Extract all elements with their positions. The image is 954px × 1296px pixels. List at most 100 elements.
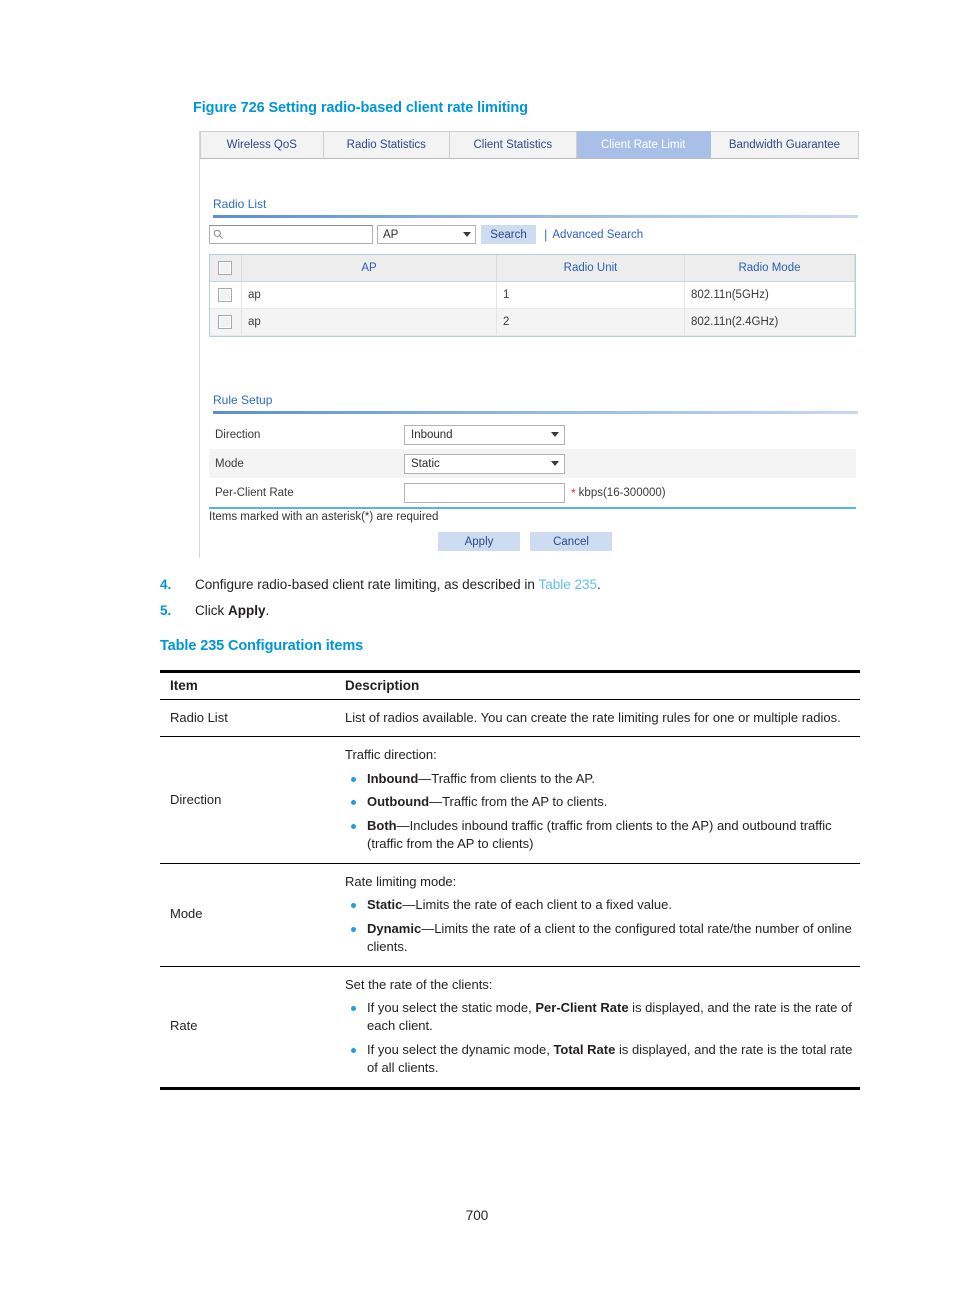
step-text: Click Apply.: [195, 602, 270, 618]
radio-list-table: AP Radio Unit Radio Mode ap 1 802.11n(5G…: [209, 254, 856, 337]
list-item: Inbound—Traffic from clients to the AP.: [345, 770, 856, 788]
select-all-header[interactable]: [210, 255, 242, 282]
bullet-text: —Limits the rate of a client to the conf…: [367, 920, 852, 955]
table-row: Radio List List of radios available. You…: [160, 699, 860, 738]
asterisk-note: Items marked with an asterisk(*) are req…: [209, 511, 439, 523]
row-select-cell[interactable]: [210, 308, 242, 336]
list-item: If you select the static mode, Per-Clien…: [345, 999, 856, 1036]
list-item: Static—Limits the rate of each client to…: [345, 896, 856, 914]
tab-radio-statistics[interactable]: Radio Statistics: [323, 131, 451, 158]
tab-label: Bandwidth Guarantee: [728, 139, 841, 151]
table-row: Direction Traffic direction: Inbound—Tra…: [160, 736, 860, 864]
radio-list-section-divider: [213, 215, 858, 218]
column-header-ap[interactable]: AP: [241, 255, 497, 282]
bullet-prefix: If you select the dynamic mode,: [367, 1041, 554, 1057]
step-text-part: .: [597, 577, 601, 592]
bullet-term: Outbound: [367, 794, 430, 810]
tab-bar: Wireless QoS Radio Statistics Client Sta…: [200, 131, 859, 159]
form-row-per-client-rate: Per-Client Rate * kbps(16-300000): [209, 478, 856, 507]
search-field-value: AP: [383, 228, 399, 241]
cell-item: Rate: [160, 966, 335, 1090]
procedure-steps: 4. Configure radio-based client rate lim…: [160, 578, 860, 629]
form-bottom-divider: [209, 507, 856, 509]
cell-item: Direction: [160, 736, 335, 864]
rule-setup-section-divider: [213, 411, 858, 414]
advanced-search-link[interactable]: Advanced Search: [552, 229, 643, 241]
tab-label: Radio Statistics: [346, 139, 426, 151]
per-client-rate-hint: kbps(16-300000): [578, 486, 666, 499]
tab-client-rate-limit[interactable]: Client Rate Limit: [576, 131, 711, 158]
search-button[interactable]: Search: [481, 225, 536, 244]
required-asterisk: *: [571, 485, 576, 500]
search-input[interactable]: [209, 225, 373, 244]
description-intro: Set the rate of the clients:: [345, 976, 493, 992]
bullet-term: Per-Client Rate: [535, 999, 629, 1015]
bullet-term: Inbound: [367, 770, 419, 786]
cancel-button[interactable]: Cancel: [530, 532, 612, 551]
column-header-description: Description: [335, 670, 860, 700]
row-select-cell[interactable]: [210, 281, 242, 309]
bullet-term: Both: [367, 817, 397, 833]
column-header-radio-mode[interactable]: Radio Mode: [684, 255, 855, 282]
row-checkbox[interactable]: [218, 315, 232, 329]
column-header-item: Item: [160, 670, 335, 700]
select-all-checkbox[interactable]: [218, 261, 232, 275]
tab-wireless-qos[interactable]: Wireless QoS: [200, 131, 324, 158]
mode-value: Static: [411, 457, 440, 470]
search-separator: |: [544, 227, 548, 242]
rule-setup-form: Direction Inbound Mode Static Per-Client…: [209, 420, 856, 507]
direction-select[interactable]: Inbound: [404, 424, 565, 445]
table-row[interactable]: ap 1 802.11n(5GHz): [210, 281, 855, 309]
mode-select[interactable]: Static: [404, 453, 565, 474]
cell-radio-mode: 802.11n(2.4GHz): [684, 308, 855, 336]
tab-label: Wireless QoS: [226, 139, 297, 151]
cell-description: List of radios available. You can create…: [335, 699, 860, 738]
bullet-text: —Traffic from clients to the AP.: [418, 770, 596, 786]
tab-label: Client Rate Limit: [601, 139, 686, 151]
per-client-rate-input[interactable]: [404, 482, 565, 503]
step-text-part: Configure radio-based client rate limiti…: [195, 577, 539, 592]
apply-button[interactable]: Apply: [438, 532, 520, 551]
bullet-term: Total Rate: [553, 1041, 616, 1057]
cell-ap: ap: [241, 308, 497, 336]
bullet-text: —Limits the rate of each client to a fix…: [402, 897, 672, 913]
step-number: 5.: [160, 602, 172, 618]
description-intro: List of radios available. You can create…: [345, 710, 841, 725]
direction-value: Inbound: [411, 428, 453, 441]
table-cross-reference-link[interactable]: Table 235: [538, 577, 597, 592]
label-direction: Direction: [215, 428, 261, 441]
page-number: 700: [465, 1208, 489, 1223]
search-bar: AP Search | Advanced Search: [209, 224, 643, 245]
rule-setup-section-title: Rule Setup: [213, 393, 273, 407]
cell-radio-unit: 1: [496, 281, 685, 309]
step-text-emphasis: Apply: [228, 602, 266, 618]
bullet-term: Static: [367, 897, 403, 913]
description-intro: Rate limiting mode:: [345, 873, 457, 889]
table-row[interactable]: ap 2 802.11n(2.4GHz): [210, 308, 855, 336]
table-caption: Table 235 Configuration items: [160, 638, 364, 654]
figure-caption: Figure 726 Setting radio-based client ra…: [193, 100, 528, 116]
column-header-radio-unit[interactable]: Radio Unit: [496, 255, 685, 282]
list-item: Dynamic—Limits the rate of a client to t…: [345, 920, 856, 957]
cell-description: Rate limiting mode: Static—Limits the ra…: [335, 863, 860, 967]
form-row-direction: Direction Inbound: [209, 420, 856, 449]
application-screenshot: Wireless QoS Radio Statistics Client Sta…: [199, 131, 859, 558]
step-5: 5. Click Apply.: [160, 602, 860, 618]
cell-item: Radio List: [160, 699, 335, 738]
search-icon: [213, 229, 224, 240]
row-checkbox[interactable]: [218, 288, 232, 302]
list-item: Both—Includes inbound traffic (traffic f…: [345, 817, 856, 854]
list-item: If you select the dynamic mode, Total Ra…: [345, 1041, 856, 1078]
description-bullet-list: If you select the static mode, Per-Clien…: [345, 999, 856, 1078]
cell-description: Traffic direction: Inbound—Traffic from …: [335, 736, 860, 864]
chevron-down-icon: [463, 232, 471, 237]
step-text-part: .: [265, 602, 270, 618]
description-bullet-list: Inbound—Traffic from clients to the AP. …: [345, 770, 856, 854]
bullet-text: —Includes inbound traffic (traffic from …: [367, 817, 832, 852]
tab-bandwidth-guarantee[interactable]: Bandwidth Guarantee: [710, 131, 859, 158]
form-button-row: Apply Cancel: [438, 532, 612, 551]
chevron-down-icon: [551, 461, 559, 466]
search-field-select[interactable]: AP: [377, 225, 476, 244]
tab-client-statistics[interactable]: Client Statistics: [450, 131, 577, 158]
table-header-row: AP Radio Unit Radio Mode: [210, 255, 855, 282]
